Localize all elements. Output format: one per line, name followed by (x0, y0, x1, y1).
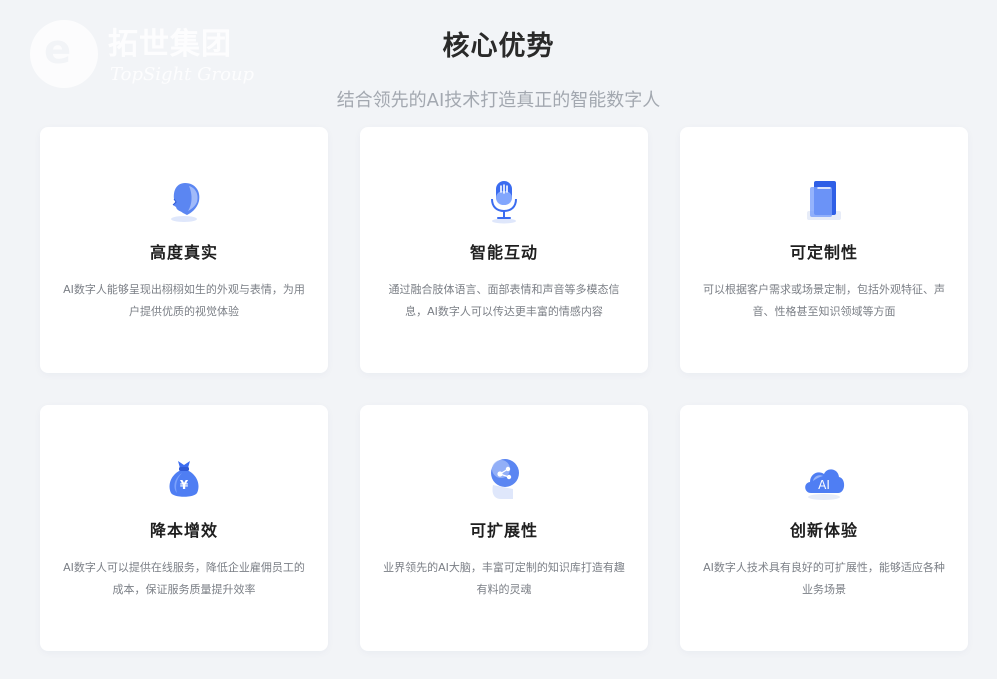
card-title: 智能互动 (469, 243, 538, 262)
feature-card-interaction: 智能互动 通过融合肢体语言、面部表情和声音等多模态信息，AI数字人可以传达更丰富… (360, 127, 648, 373)
svg-text:¥: ¥ (180, 478, 189, 492)
card-title: 创新体验 (789, 521, 858, 540)
brain-network-icon (360, 455, 648, 505)
feature-card-customization: 可定制性 可以根据客户需求或场景定制，包括外观特征、声音、性格甚至知识领域等方面 (680, 127, 968, 373)
card-title: 可扩展性 (469, 521, 538, 540)
feature-card-cost-efficiency: ¥ 降本增效 AI数字人可以提供在线服务，降低企业雇佣员工的成本，保证服务质量提… (40, 405, 328, 651)
card-title: 可定制性 (789, 243, 858, 262)
card-description: AI数字人技术具有良好的可扩展性，能够适应各种业务场景 (703, 561, 945, 596)
page-subtitle: 结合领先的AI技术打造真正的智能数字人 (336, 90, 661, 111)
card-title: 高度真实 (149, 243, 218, 262)
card-title: 降本增效 (149, 521, 218, 540)
card-description: AI数字人能够呈现出栩栩如生的外观与表情，为用户提供优质的视觉体验 (63, 283, 305, 318)
ai-cloud-icon: AI (680, 455, 968, 505)
brand-name-en: TopSight Group (110, 64, 255, 85)
card-description: AI数字人可以提供在线服务，降低企业雇佣员工的成本，保证服务质量提升效率 (63, 561, 305, 596)
feature-card-innovation: AI 创新体验 AI数字人技术具有良好的可扩展性，能够适应各种业务场景 (680, 405, 968, 651)
feature-card-realism: 高度真实 AI数字人能够呈现出栩栩如生的外观与表情，为用户提供优质的视觉体验 (40, 127, 328, 373)
microphone-icon (360, 177, 648, 227)
feature-card-scalability: 可扩展性 业界领先的AI大脑，丰富可定制的知识库打造有趣有料的灵魂 (360, 405, 648, 651)
card-description: 可以根据客户需求或场景定制，包括外观特征、声音、性格甚至知识领域等方面 (703, 283, 945, 318)
page-title: 核心优势 (442, 31, 555, 62)
document-icon (680, 177, 968, 227)
card-description: 通过融合肢体语言、面部表情和声音等多模态信息，AI数字人可以传达更丰富的情感内容 (388, 283, 620, 318)
svg-text:AI: AI (818, 478, 830, 492)
head-profile-icon (40, 177, 328, 227)
card-description: 业界领先的AI大脑，丰富可定制的知识库打造有趣有料的灵魂 (383, 561, 625, 596)
money-bag-icon: ¥ (40, 455, 328, 505)
